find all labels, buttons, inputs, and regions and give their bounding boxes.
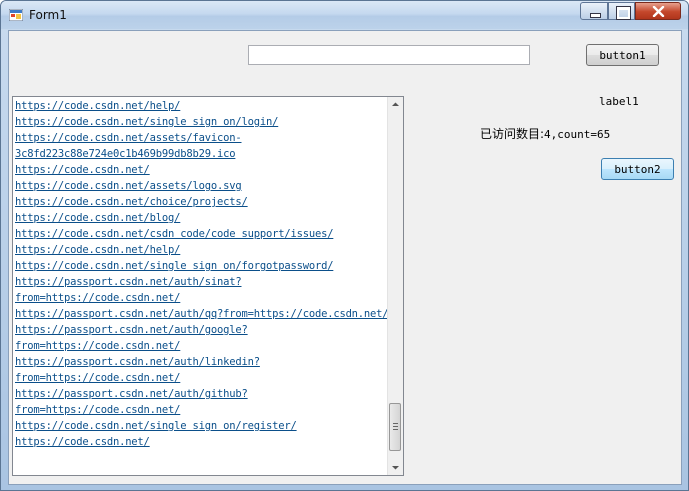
- list-item[interactable]: https://code.csdn.net/choice/projects/: [15, 194, 387, 210]
- url-listbox[interactable]: https://code.csdn.net/help/https://code.…: [12, 96, 404, 476]
- list-item[interactable]: https://passport.csdn.net/auth/sinat?: [15, 274, 387, 290]
- thumb-grip-icon: [393, 423, 398, 424]
- url-list: https://code.csdn.net/help/https://code.…: [15, 98, 389, 450]
- window-title: Form1: [29, 8, 67, 22]
- list-item[interactable]: https://code.csdn.net/csdn code/code sup…: [15, 226, 387, 242]
- list-item[interactable]: from=https://code.csdn.net/: [15, 370, 387, 386]
- list-item[interactable]: https://code.csdn.net/help/: [15, 98, 387, 114]
- form-client-area: button1 label1 已访问数目:4,count=65 button2 …: [8, 30, 682, 485]
- vertical-scrollbar[interactable]: [387, 97, 403, 475]
- close-button[interactable]: [635, 2, 681, 20]
- text-input[interactable]: [248, 45, 530, 65]
- list-item[interactable]: https://code.csdn.net/blog/: [15, 210, 387, 226]
- title-bar[interactable]: Form1: [1, 1, 688, 29]
- minimize-button[interactable]: [580, 2, 608, 20]
- list-item[interactable]: https://code.csdn.net/: [15, 162, 387, 178]
- label1: label1: [599, 95, 639, 108]
- list-item[interactable]: 3c8fd223c88e724e0c1b469b99db8b29.ico: [15, 146, 387, 162]
- visit-count-value: 4,count=65: [544, 128, 611, 141]
- thumb-grip-icon: [393, 426, 398, 427]
- list-item[interactable]: https://code.csdn.net/help/: [15, 242, 387, 258]
- list-item[interactable]: https://code.csdn.net/assets/logo.svg: [15, 178, 387, 194]
- scroll-up-arrow-icon[interactable]: [388, 97, 403, 112]
- scroll-down-arrow-icon[interactable]: [388, 460, 403, 475]
- form1-window: Form1 button1 label1 已访问数目:4,count=65 bu…: [0, 0, 689, 491]
- close-icon: [652, 6, 665, 17]
- list-item[interactable]: https://passport.csdn.net/auth/linkedin?: [15, 354, 387, 370]
- visit-count-label: 已访问数目:4,count=65: [480, 125, 610, 142]
- list-item[interactable]: https://code.csdn.net/single sign on/log…: [15, 114, 387, 130]
- list-item[interactable]: from=https://code.csdn.net/: [15, 290, 387, 306]
- minimize-icon: [590, 13, 601, 18]
- list-item[interactable]: https://passport.csdn.net/auth/google?: [15, 322, 387, 338]
- list-item[interactable]: https://code.csdn.net/single sign on/for…: [15, 258, 387, 274]
- list-item[interactable]: https://passport.csdn.net/auth/qq?from=h…: [15, 306, 389, 322]
- list-item[interactable]: from=https://code.csdn.net/: [15, 338, 387, 354]
- app-icon: [9, 9, 23, 21]
- button2[interactable]: button2: [601, 158, 674, 180]
- thumb-grip-icon: [393, 429, 398, 430]
- list-item[interactable]: https://code.csdn.net/single sign on/reg…: [15, 418, 387, 434]
- maximize-icon: [616, 6, 631, 20]
- list-item[interactable]: https://passport.csdn.net/auth/github?: [15, 386, 387, 402]
- list-item[interactable]: https://code.csdn.net/: [15, 434, 387, 450]
- list-item[interactable]: from=https://code.csdn.net/: [15, 402, 387, 418]
- scroll-thumb[interactable]: [389, 403, 401, 451]
- list-item[interactable]: https://code.csdn.net/assets/favicon-: [15, 130, 387, 146]
- button1[interactable]: button1: [586, 44, 659, 66]
- maximize-button[interactable]: [608, 2, 635, 20]
- visit-count-prefix: 已访问数目:: [480, 127, 545, 141]
